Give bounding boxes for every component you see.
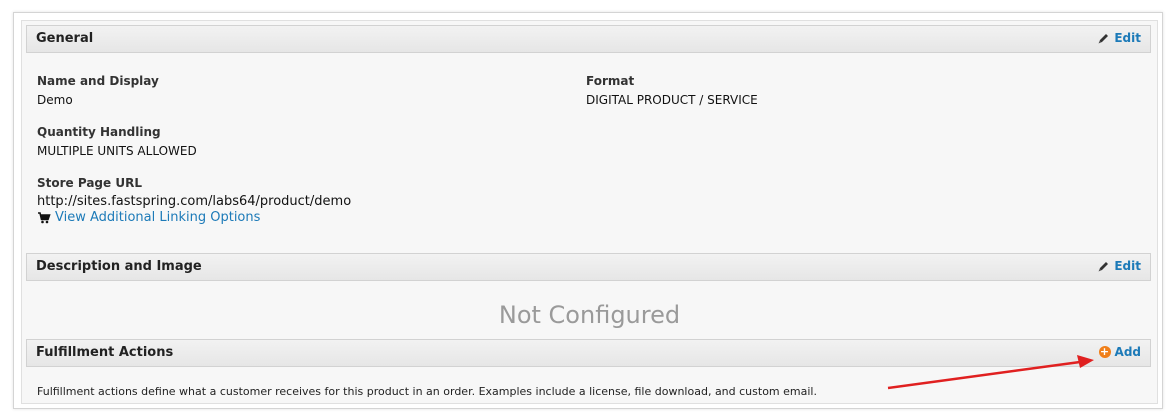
shopping-cart-icon: [38, 211, 51, 223]
format-label: Format: [586, 74, 635, 88]
description-section-title: Description and Image: [36, 259, 202, 274]
pencil-icon: [1098, 33, 1109, 43]
description-edit-label: Edit: [1114, 259, 1141, 273]
fulfillment-section-header: Fulfillment Actions + Add: [26, 339, 1151, 367]
name-display-value: Demo: [37, 93, 73, 107]
description-section-header: Description and Image Edit: [26, 253, 1151, 281]
general-edit-button[interactable]: Edit: [1097, 31, 1141, 45]
pencil-icon: [1098, 261, 1109, 271]
fulfillment-section-title: Fulfillment Actions: [36, 345, 174, 360]
general-section-header: General Edit: [26, 25, 1151, 53]
format-value: DIGITAL PRODUCT / SERVICE: [586, 93, 758, 107]
view-linking-options-label: View Additional Linking Options: [55, 210, 261, 225]
store-page-url-label: Store Page URL: [37, 176, 142, 190]
general-section-title: General: [36, 31, 94, 46]
product-panel: General Edit Name and Display Demo Forma…: [21, 20, 1158, 404]
name-display-label: Name and Display: [37, 74, 159, 88]
quantity-handling-label: Quantity Handling: [37, 125, 161, 139]
general-edit-label: Edit: [1114, 31, 1141, 45]
quantity-handling-value: MULTIPLE UNITS ALLOWED: [37, 144, 197, 158]
fulfillment-add-label: Add: [1114, 345, 1141, 359]
description-edit-button[interactable]: Edit: [1097, 259, 1141, 273]
fulfillment-description: Fulfillment actions define what a custom…: [37, 385, 817, 398]
product-panel-frame: General Edit Name and Display Demo Forma…: [13, 12, 1163, 409]
view-linking-options-link[interactable]: View Additional Linking Options: [37, 210, 260, 225]
not-configured-status: Not Configured: [498, 301, 681, 329]
fulfillment-add-button[interactable]: + Add: [1098, 345, 1141, 359]
store-page-url-value: http://sites.fastspring.com/labs64/produ…: [37, 194, 352, 209]
add-plus-icon: +: [1098, 345, 1111, 358]
